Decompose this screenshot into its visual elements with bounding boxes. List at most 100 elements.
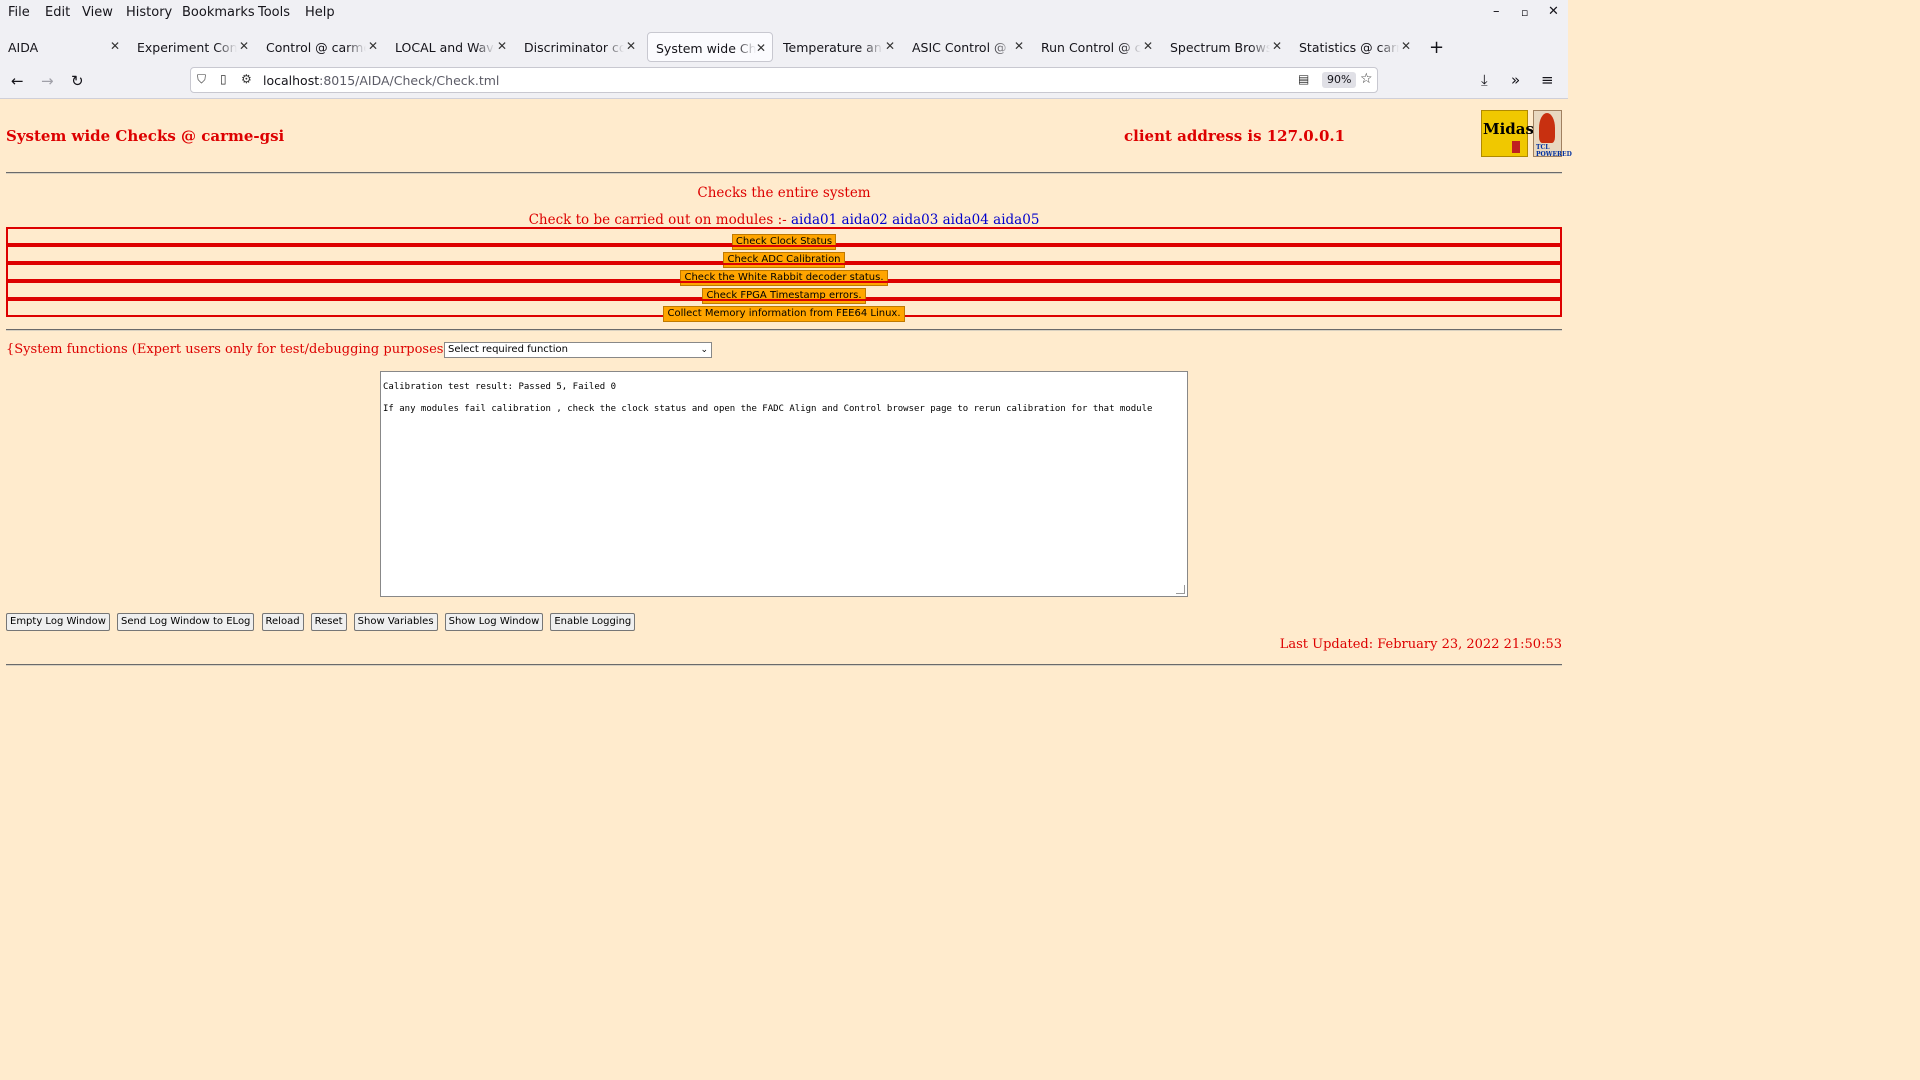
menu-edit[interactable]: Edit [45, 5, 70, 20]
check-row: Collect Memory information from FEE64 Li… [6, 299, 1562, 322]
function-select[interactable]: Select required function ⌄ [444, 342, 712, 358]
log-buttons: Empty Log Window Send Log Window to ELog… [6, 609, 637, 631]
module-aida03[interactable]: aida03 [892, 212, 938, 228]
tab-aida[interactable]: AIDA ✕ [0, 31, 125, 63]
menu-help[interactable]: Help [305, 5, 335, 20]
tab-close-icon[interactable]: ✕ [1272, 39, 1282, 53]
log-line: If any modules fail calibration , check … [383, 404, 1153, 414]
modules-label: Check to be carried out on modules :- [528, 212, 787, 228]
check-row: Check FPGA Timestamp errors. [6, 281, 1562, 304]
tab-label: Statistics @ carme [1299, 40, 1399, 55]
tab-system-checks[interactable]: System wide Checks ✕ [647, 32, 773, 62]
collect-memory-info-button[interactable]: Collect Memory information from FEE64 Li… [663, 306, 905, 322]
show-log-window-button[interactable]: Show Log Window [444, 613, 544, 631]
page-content: System wide Checks @ carme-gsi client ad… [0, 99, 1572, 882]
check-row: Check ADC Calibration [6, 245, 1562, 268]
tab-discriminator[interactable]: Discriminator control ✕ [516, 31, 641, 63]
bookmark-star-icon[interactable]: ☆ [1360, 71, 1373, 87]
tab-run-control[interactable]: Run Control @ carme ✕ [1033, 31, 1158, 63]
reload-icon[interactable]: ↻ [71, 72, 84, 90]
tab-close-icon[interactable]: ✕ [756, 41, 766, 55]
tcl-feather-icon [1539, 113, 1555, 143]
tab-label: Experiment Control [137, 40, 237, 55]
tab-experiment-control[interactable]: Experiment Control ✕ [129, 31, 254, 63]
tab-spectrum-browser[interactable]: Spectrum Browser ✕ [1162, 31, 1287, 63]
tab-label: System wide Checks [656, 41, 756, 56]
tab-asic-control[interactable]: ASIC Control @ carme ✕ [904, 31, 1029, 63]
reload-button[interactable]: Reload [261, 613, 304, 631]
browser-chrome: File Edit View History Bookmarks Tools H… [0, 0, 1568, 99]
menu-tools[interactable]: Tools [258, 5, 290, 20]
url-path: :8015/AIDA/Check/Check.tml [319, 73, 500, 88]
tab-label: Temperature and status [783, 40, 883, 55]
tab-label: Run Control @ carme [1041, 40, 1141, 55]
empty-log-button[interactable]: Empty Log Window [6, 613, 110, 631]
tab-local-waveform[interactable]: LOCAL and Waveform ✕ [387, 31, 512, 63]
system-functions-label: {System functions (Expert users only for… [6, 342, 490, 357]
tab-label: Control @ carme-gsi [266, 40, 366, 55]
log-window[interactable]: Calibration test result: Passed 5, Faile… [380, 371, 1188, 597]
show-variables-button[interactable]: Show Variables [353, 613, 438, 631]
module-aida05[interactable]: aida05 [993, 212, 1039, 228]
select-value: Select required function [448, 344, 568, 355]
menu-history[interactable]: History [126, 5, 172, 20]
tab-label: AIDA [8, 40, 39, 55]
maximize-button[interactable]: ▫ [1521, 6, 1528, 19]
page-icon[interactable]: ▯ [220, 72, 227, 86]
nav-bar: ← → ↻ ⛉ ▯ ⚙ localhost:8015/AIDA/Check/Ch… [0, 64, 1568, 98]
back-icon[interactable]: ← [11, 72, 24, 90]
menu-file[interactable]: File [8, 5, 30, 20]
hamburger-menu-icon[interactable]: ≡ [1541, 71, 1554, 89]
url-host: localhost [263, 73, 320, 88]
reset-button[interactable]: Reset [310, 613, 347, 631]
tab-label: Spectrum Browser [1170, 40, 1270, 55]
tab-close-icon[interactable]: ✕ [626, 39, 636, 53]
enable-logging-button[interactable]: Enable Logging [550, 613, 636, 631]
menu-bookmarks[interactable]: Bookmarks [182, 5, 255, 20]
tab-control[interactable]: Control @ carme-gsi ✕ [258, 31, 383, 63]
log-line: Calibration test result: Passed 5, Faile… [383, 382, 616, 392]
chevron-down-icon: ⌄ [700, 345, 708, 355]
check-row: Check Clock Status [6, 227, 1562, 250]
check-row: Check the White Rabbit decoder status. [6, 263, 1562, 286]
tab-close-icon[interactable]: ✕ [368, 39, 378, 53]
last-updated: Last Updated: February 23, 2022 21:50:53 [1279, 637, 1562, 652]
permissions-icon[interactable]: ⚙ [241, 72, 252, 86]
menu-view[interactable]: View [82, 5, 113, 20]
module-aida01[interactable]: aida01 [791, 212, 837, 228]
reader-view-icon[interactable]: ▤ [1298, 72, 1309, 86]
minimize-button[interactable]: – [1493, 4, 1500, 19]
tcl-logo: TCL POWERED [1533, 110, 1572, 158]
download-icon[interactable]: ⤓ [1481, 71, 1488, 89]
client-address: client address is 127.0.0.1 [1124, 127, 1346, 145]
module-aida04[interactable]: aida04 [943, 212, 989, 228]
tab-statistics[interactable]: Statistics @ carme ✕ [1291, 31, 1416, 63]
tab-label: LOCAL and Waveform [395, 40, 495, 55]
divider [6, 172, 1562, 174]
forward-icon[interactable]: → [41, 72, 54, 90]
divider [6, 664, 1562, 666]
tab-close-icon[interactable]: ✕ [1401, 39, 1411, 53]
tab-close-icon[interactable]: ✕ [497, 39, 507, 53]
address-bar[interactable]: ⛉ ▯ ⚙ localhost:8015/AIDA/Check/Check.tm… [190, 67, 1378, 93]
tab-label: Discriminator control [524, 40, 624, 55]
new-tab-icon[interactable]: + [1429, 37, 1444, 58]
resize-handle-icon[interactable] [1176, 585, 1185, 594]
module-aida02[interactable]: aida02 [842, 212, 888, 228]
tab-close-icon[interactable]: ✕ [110, 39, 120, 53]
url-text[interactable]: localhost:8015/AIDA/Check/Check.tml [263, 73, 499, 88]
divider [6, 329, 1562, 331]
close-window-button[interactable]: ✕ [1548, 4, 1559, 19]
overflow-icon[interactable]: » [1511, 71, 1520, 89]
midas-logo-text: Midas [1483, 120, 1534, 138]
zoom-indicator[interactable]: 90% [1322, 72, 1357, 88]
shield-icon[interactable]: ⛉ [197, 72, 206, 87]
tab-close-icon[interactable]: ✕ [239, 39, 249, 53]
modules-line: Check to be carried out on modules :- ai… [0, 212, 1568, 228]
midas-logo: Midas [1481, 110, 1534, 157]
tab-close-icon[interactable]: ✕ [1014, 39, 1024, 53]
tab-close-icon[interactable]: ✕ [1143, 39, 1153, 53]
tab-close-icon[interactable]: ✕ [885, 39, 895, 53]
send-log-elog-button[interactable]: Send Log Window to ELog [117, 613, 255, 631]
tab-temperature[interactable]: Temperature and status ✕ [775, 31, 900, 63]
